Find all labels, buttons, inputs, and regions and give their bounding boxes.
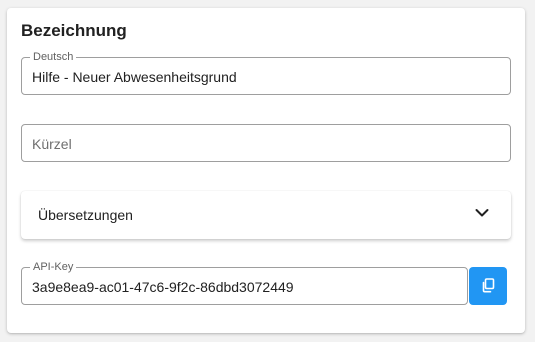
api-key-value[interactable]: 3a9e8ea9-ac01-47c6-9f2c-86dbd3072449 — [32, 278, 294, 296]
german-name-field[interactable]: Deutsch Hilfe - Neuer Abwesenheitsgrund — [21, 50, 511, 95]
translations-label: Übersetzungen — [38, 207, 133, 223]
translations-panel-header[interactable]: Übersetzungen — [21, 191, 511, 239]
api-key-field[interactable]: API-Key 3a9e8ea9-ac01-47c6-9f2c-86dbd307… — [21, 260, 468, 305]
german-name-legend: Deutsch — [30, 50, 77, 64]
copy-icon — [482, 278, 495, 293]
section-title: Bezeichnung — [21, 21, 127, 40]
short-name-field[interactable]: Kürzel — [21, 124, 511, 162]
api-key-legend: API-Key — [30, 260, 77, 274]
german-name-value[interactable]: Hilfe - Neuer Abwesenheitsgrund — [32, 68, 237, 86]
chevron-down-icon[interactable] — [475, 208, 489, 218]
short-name-placeholder: Kürzel — [32, 136, 72, 152]
copy-api-key-button[interactable] — [469, 267, 507, 305]
label-card: Bezeichnung Deutsch Hilfe - Neuer Abwese… — [7, 8, 525, 333]
